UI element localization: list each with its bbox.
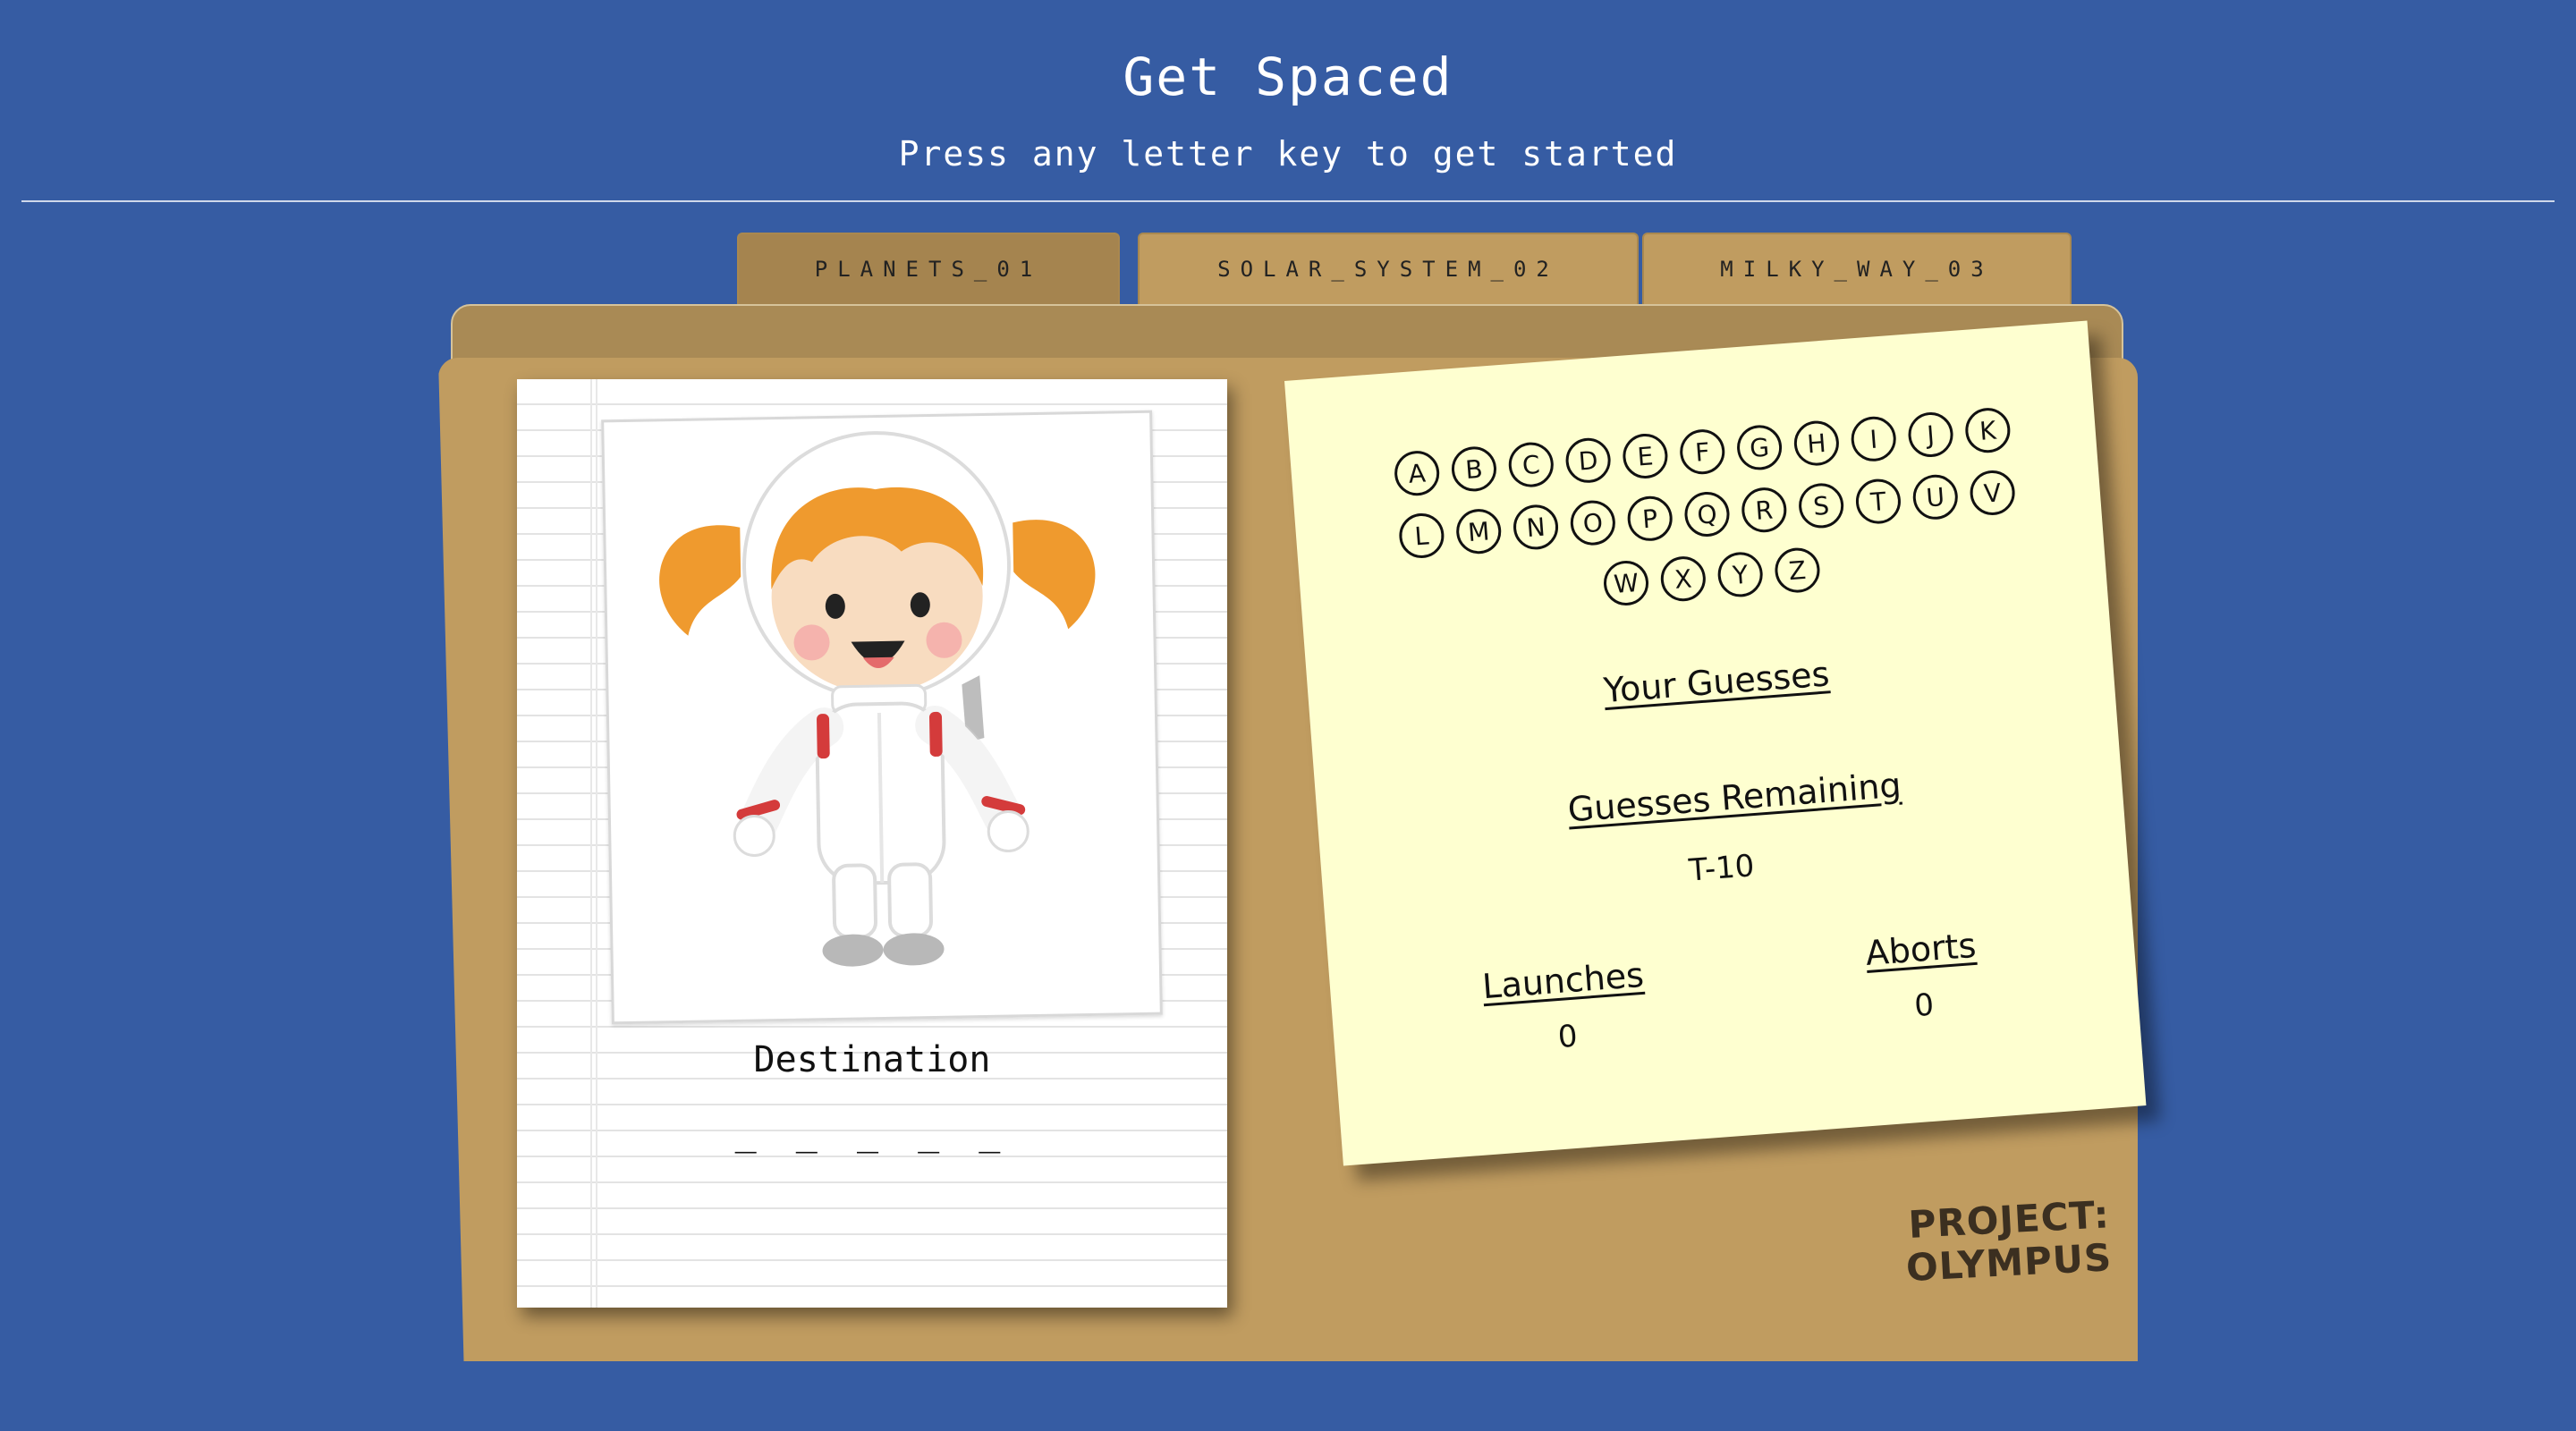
- letter-button-c[interactable]: C: [1506, 440, 1555, 488]
- your-guesses-label: Your Guesses: [1602, 654, 1831, 711]
- word-blanks: _ _ _ _ _: [734, 1113, 1010, 1154]
- letter-button-y[interactable]: Y: [1716, 550, 1765, 598]
- tab-milky-way[interactable]: MILKY_WAY_03: [1642, 233, 2072, 304]
- letter-button-p[interactable]: P: [1625, 494, 1674, 543]
- launches-label: Launches: [1480, 954, 1646, 1007]
- page-title: Get Spaced: [1123, 47, 1453, 107]
- letter-button-z[interactable]: Z: [1773, 546, 1822, 594]
- letter-button-k[interactable]: K: [1963, 405, 2012, 454]
- header-divider: [21, 200, 2555, 202]
- tab-solar-system[interactable]: SOLAR_SYSTEM_02: [1138, 233, 1639, 304]
- margin-line: [590, 379, 592, 1308]
- letter-button-f[interactable]: F: [1678, 427, 1727, 476]
- letter-button-e[interactable]: E: [1621, 431, 1670, 480]
- letter-button-m[interactable]: M: [1454, 506, 1503, 555]
- tab-planets[interactable]: PLANETS_01: [737, 233, 1120, 304]
- letter-button-j[interactable]: J: [1906, 410, 1955, 459]
- letter-button-n[interactable]: N: [1512, 503, 1560, 551]
- astronaut-photo: [601, 410, 1163, 1025]
- sticky-note: ABCDEFGHIJKLMNOPQRSTUVWXYZ Your Guesses …: [1284, 320, 2147, 1166]
- letter-button-x[interactable]: X: [1658, 554, 1707, 603]
- aborts-label: Aborts: [1864, 925, 1978, 974]
- margin-line: [596, 379, 597, 1308]
- astronaut-icon: [659, 431, 1096, 967]
- letter-button-i[interactable]: I: [1849, 414, 1898, 463]
- letter-button-o[interactable]: O: [1569, 498, 1617, 546]
- letter-button-h[interactable]: H: [1792, 419, 1841, 467]
- letter-button-r[interactable]: R: [1740, 485, 1789, 534]
- letter-button-t[interactable]: T: [1854, 477, 1902, 525]
- letter-button-u[interactable]: U: [1911, 472, 1960, 521]
- launches-value: 0: [1556, 1018, 1579, 1056]
- letter-button-a[interactable]: A: [1393, 448, 1441, 497]
- letter-button-s[interactable]: S: [1797, 481, 1845, 529]
- letter-button-w[interactable]: W: [1602, 558, 1650, 607]
- aborts-value: 0: [1912, 986, 1936, 1025]
- letter-button-g[interactable]: G: [1735, 423, 1784, 471]
- destination-label: Destination: [753, 1039, 991, 1080]
- guesses-remaining-value: T-10: [1687, 848, 1756, 889]
- letter-button-d[interactable]: D: [1563, 436, 1613, 485]
- guesses-remaining-label: Guesses Remaining: [1566, 765, 1902, 830]
- letter-buttons: ABCDEFGHIJK LMNOPQRSTUV WXYZ: [1343, 393, 2071, 633]
- project-stamp: PROJECT: OLYMPUS: [1841, 1192, 2114, 1293]
- letter-button-v[interactable]: V: [1968, 468, 2017, 517]
- letter-button-b[interactable]: B: [1450, 445, 1498, 493]
- destination-card: Destination _ _ _ _ _: [517, 379, 1227, 1308]
- letter-button-q[interactable]: Q: [1682, 489, 1732, 538]
- page-subtitle: Press any letter key to get started: [898, 134, 1678, 174]
- letter-button-l[interactable]: L: [1397, 511, 1446, 560]
